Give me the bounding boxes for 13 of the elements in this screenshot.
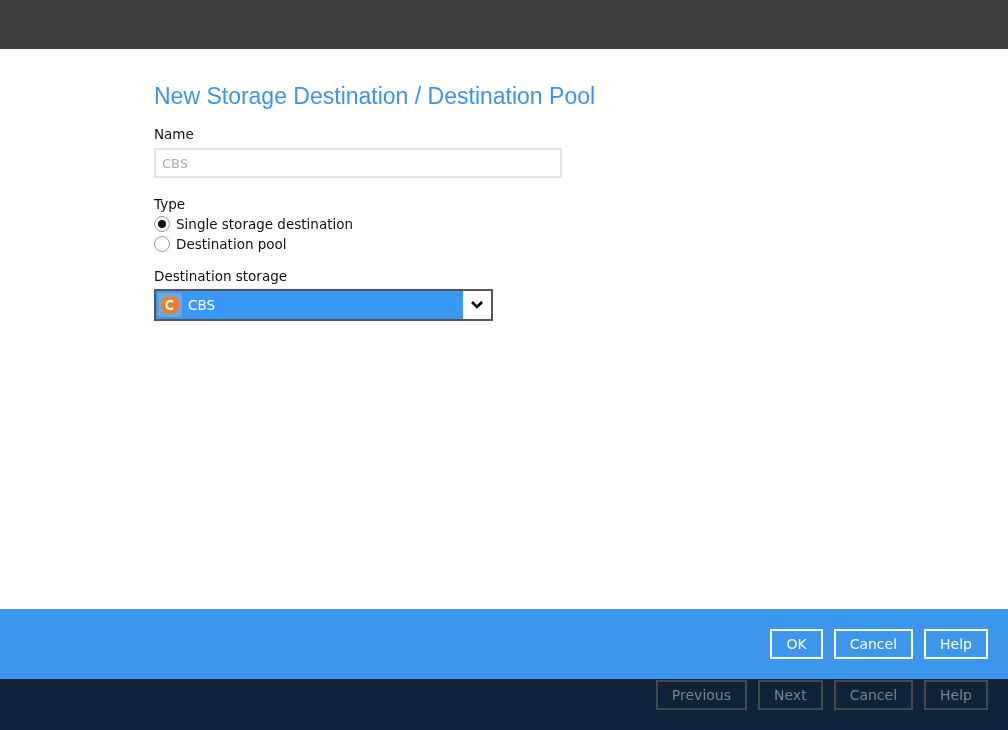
radio-option[interactable]: Single storage destination bbox=[154, 216, 353, 232]
dialog-button[interactable]: OK bbox=[770, 629, 823, 659]
storage-logo-icon bbox=[158, 293, 182, 317]
field-label: Name bbox=[154, 126, 194, 142]
dialog-button[interactable]: Help bbox=[924, 629, 988, 659]
chevron-down-icon[interactable] bbox=[463, 291, 491, 319]
storage-dropdown[interactable]: CBS bbox=[154, 289, 493, 321]
dialog-button[interactable]: Cancel bbox=[833, 629, 914, 659]
field-label: Destination storage bbox=[154, 268, 288, 284]
name-input-field[interactable]: CBS bbox=[154, 148, 562, 178]
radio-option[interactable]: Destination pool bbox=[154, 236, 287, 252]
field-label: Type bbox=[154, 196, 185, 212]
dialog-title: New Storage Destination / Destination Pool bbox=[154, 83, 596, 110]
